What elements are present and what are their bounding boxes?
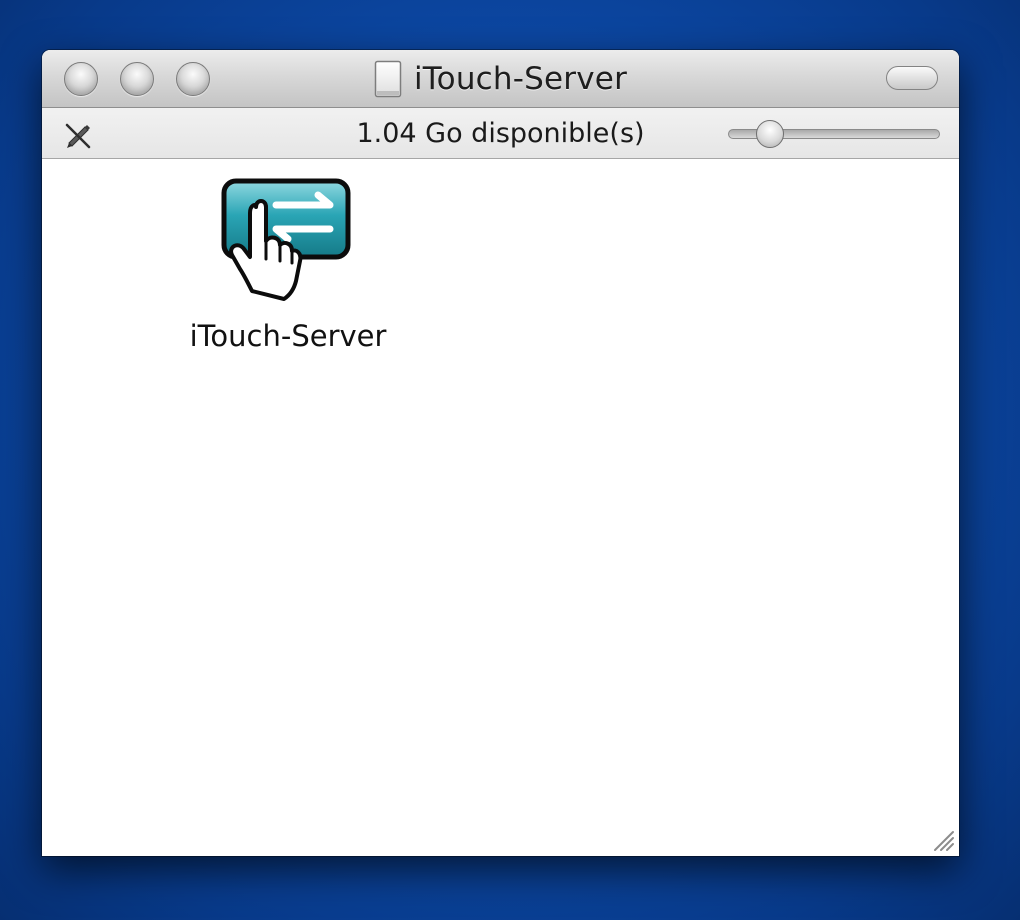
file-label[interactable]: iTouch-Server <box>168 319 408 353</box>
toolbar-toggle-button[interactable] <box>886 66 938 90</box>
status-bar: 1.04 Go disponible(s) <box>42 108 959 159</box>
document-icon[interactable] <box>374 60 402 98</box>
icon-size-slider[interactable] <box>728 120 940 148</box>
resize-grip-icon[interactable] <box>929 826 955 852</box>
title-bar[interactable]: iTouch-Server <box>42 50 959 108</box>
file-view[interactable]: iTouch-Server <box>42 159 959 856</box>
hand-arrows-app-icon[interactable] <box>218 177 358 307</box>
window-title: iTouch-Server <box>413 61 628 97</box>
window-title-group: iTouch-Server <box>42 58 959 100</box>
file-item-itouch-server[interactable]: iTouch-Server <box>168 177 408 367</box>
finder-window: iTouch-Server 1.04 Go disponible(s) iTou… <box>42 50 959 856</box>
slider-thumb[interactable] <box>756 120 785 148</box>
